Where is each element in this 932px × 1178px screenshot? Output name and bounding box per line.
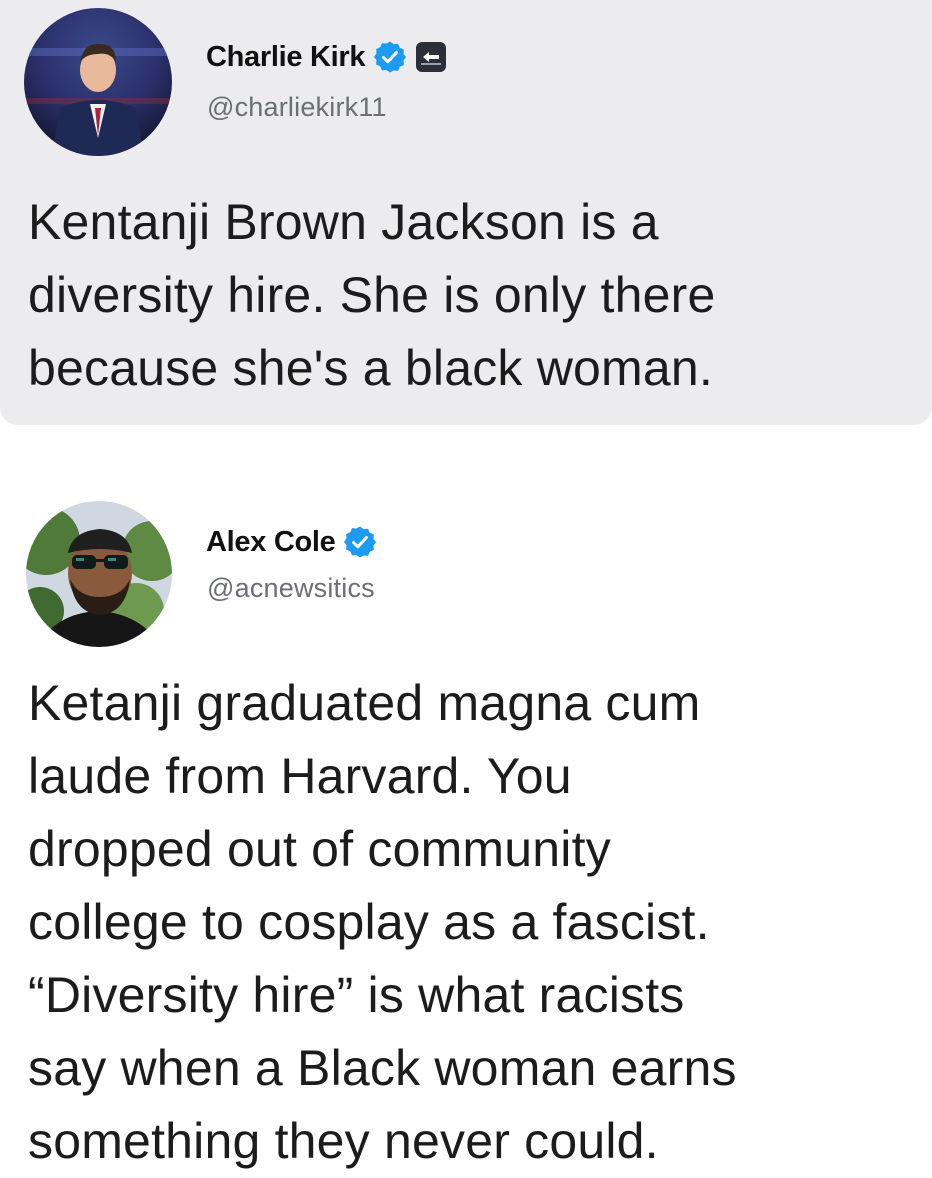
tweet-text-line: Kentanji Brown Jackson is a <box>28 194 659 250</box>
avatar-image <box>24 8 172 156</box>
reply-tweet-card[interactable]: Alex Cole @acnewsitics Ketanji graduated… <box>0 425 932 1170</box>
tweet-text-line: diversity hire. She is only there <box>28 267 716 323</box>
author-row: Charlie Kirk <box>206 40 447 74</box>
avatar-alex-cole[interactable] <box>26 501 172 647</box>
verified-badge-icon <box>343 525 377 559</box>
tweet-text-line: “Diversity hire” is what racists <box>28 967 685 1023</box>
quoted-tweet-card[interactable]: Charlie Kirk @charliekirk11 Kentanji Bro… <box>0 0 932 425</box>
author-handle[interactable]: @charliekirk11 <box>207 92 387 123</box>
tweet-text-line: something they never could. <box>28 1113 659 1169</box>
author-name[interactable]: Alex Cole <box>206 526 336 559</box>
verified-badge-icon <box>373 40 407 74</box>
tweet-text: Kentanji Brown Jackson is a diversity hi… <box>28 186 918 405</box>
tweet-text-line: say when a Black woman earns <box>28 1040 737 1096</box>
author-handle[interactable]: @acnewsitics <box>207 573 375 604</box>
author-row: Alex Cole <box>206 525 377 559</box>
tweet-text-line: dropped out of community <box>28 821 611 877</box>
tweet-text-line: because she's a black woman. <box>28 340 713 396</box>
affiliation-badge-icon[interactable] <box>415 41 447 73</box>
author-name[interactable]: Charlie Kirk <box>206 41 365 74</box>
avatar-charlie-kirk[interactable] <box>24 8 172 156</box>
tweet-text-line: Ketanji graduated magna cum <box>28 675 701 731</box>
avatar-image <box>26 501 172 647</box>
tweet-text-line: laude from Harvard. You <box>28 748 572 804</box>
tweet-text: Ketanji graduated magna cum laude from H… <box>28 667 928 1178</box>
tweet-text-line: college to cosplay as a fascist. <box>28 894 710 950</box>
